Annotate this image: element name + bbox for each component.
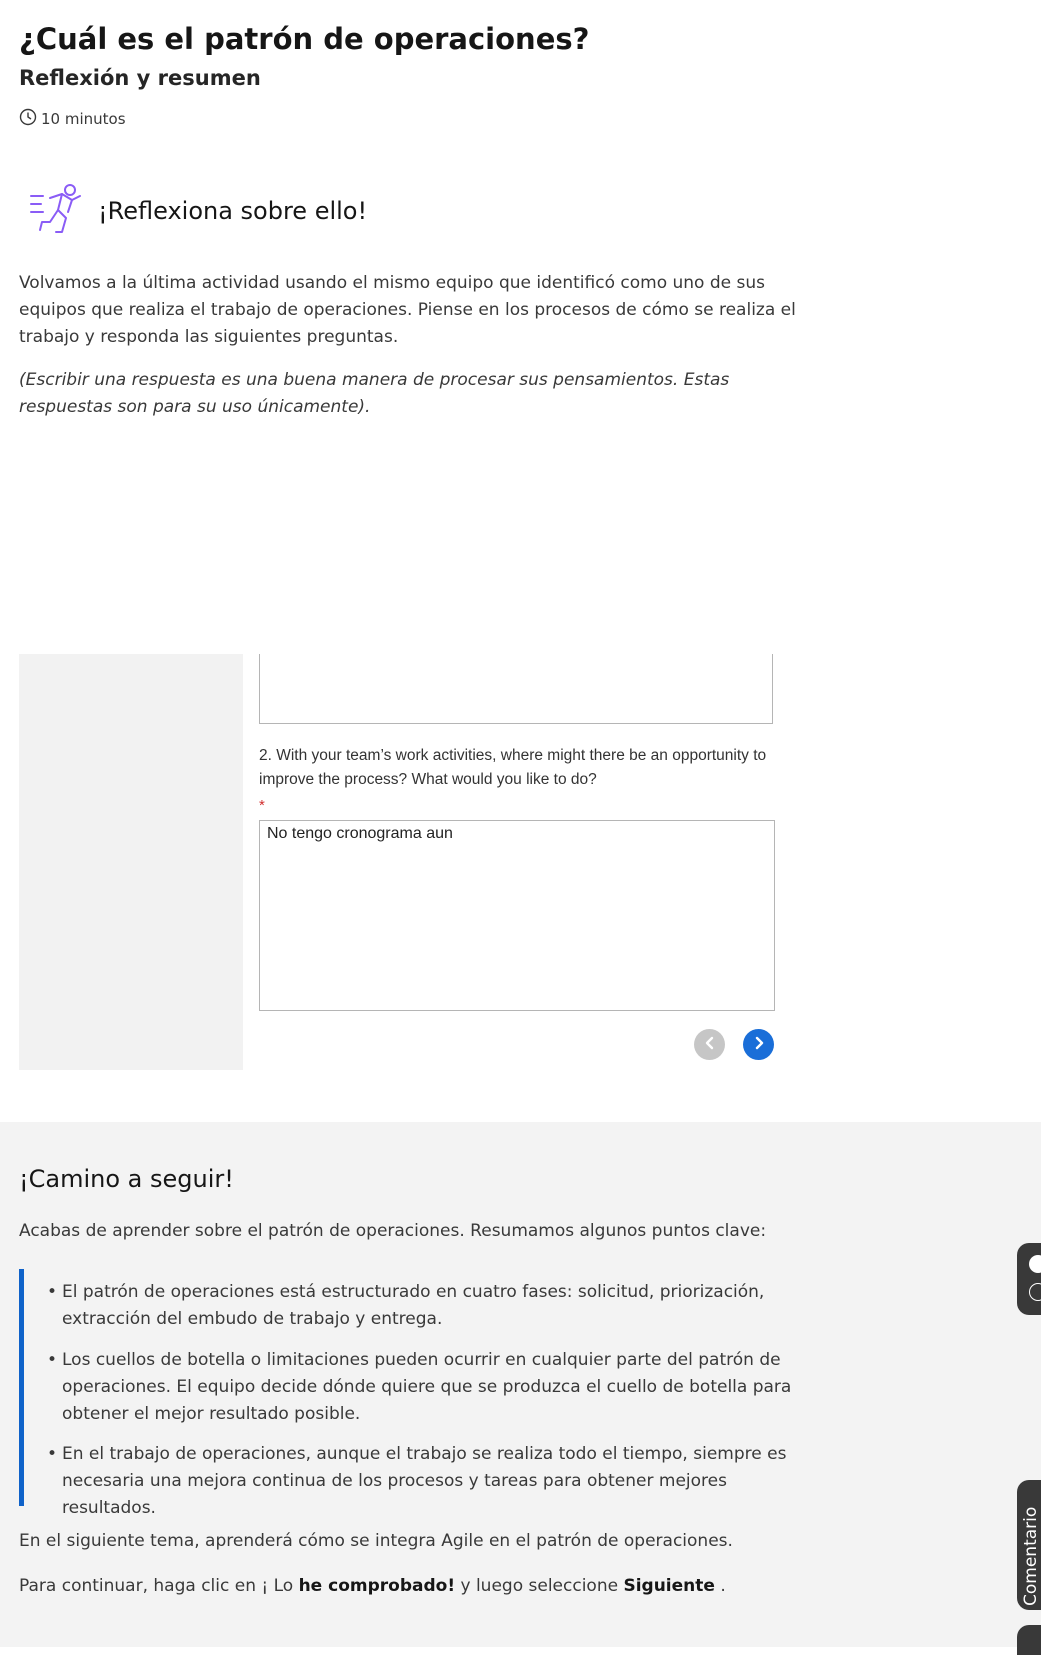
bullet-dot: •	[47, 1350, 58, 1370]
list-item-text: En el trabajo de operaciones, aunque el …	[62, 1444, 787, 1518]
continue-prefix: Para continuar, haga clic en ¡ Lo	[19, 1576, 299, 1596]
list-item: • En el trabajo de operaciones, aunque e…	[47, 1441, 797, 1522]
next-topic-text: En el siguiente tema, aprenderá cómo se …	[19, 1531, 733, 1551]
bullet-dot: •	[47, 1444, 58, 1464]
duration-text: 10 minutos	[41, 110, 126, 128]
required-marker: *	[259, 797, 265, 814]
summary-heading: ¡Camino a seguir!	[19, 1165, 234, 1193]
embed-sidebar-panel	[19, 654, 243, 1070]
next-label: Siguiente	[623, 1576, 715, 1596]
list-item-text: Los cuellos de botella o limitaciones pu…	[62, 1350, 792, 1424]
chevron-left-icon	[703, 1035, 717, 1054]
page-subtitle: Reflexión y resumen	[19, 66, 261, 90]
duration: 10 minutos	[19, 108, 126, 130]
feedback-tab[interactable]: Comentario	[1017, 1480, 1041, 1610]
continue-suffix: .	[714, 1576, 726, 1596]
intro-paragraph: Volvamos a la última actividad usando el…	[19, 273, 796, 347]
summary-intro: Acabas de aprender sobre el patrón de op…	[19, 1221, 767, 1241]
clock-icon	[19, 108, 37, 130]
page-title: ¿Cuál es el patrón de operaciones?	[19, 22, 590, 56]
continue-instructions: Para continuar, haga clic en ¡ Lo he com…	[19, 1576, 726, 1596]
list-item-text: El patrón de operaciones está estructura…	[62, 1282, 765, 1329]
prev-button[interactable]	[694, 1029, 725, 1060]
running-person-icon	[28, 182, 90, 244]
chevron-right-icon	[752, 1035, 766, 1054]
checked-label: he comprobado!	[298, 1576, 456, 1596]
question-2-label: 2. With your team’s work activities, whe…	[259, 747, 767, 788]
quote-accent-bar	[19, 1269, 24, 1506]
reflect-heading: ¡Reflexiona sobre ello!	[98, 197, 368, 225]
continue-middle: y luego seleccione	[455, 1576, 624, 1596]
note-paragraph: (Escribir una respuesta es una buena man…	[19, 370, 730, 417]
side-toggle-tab[interactable]	[1017, 1243, 1041, 1315]
list-item: • Los cuellos de botella o limitaciones …	[47, 1347, 797, 1428]
next-button[interactable]	[743, 1029, 774, 1060]
bottom-side-tab[interactable]	[1017, 1625, 1041, 1655]
list-item: • El patrón de operaciones está estructu…	[47, 1279, 797, 1333]
answer-2-textarea[interactable]: No tengo cronograma aun	[259, 820, 775, 1011]
bullet-dot: •	[47, 1282, 58, 1302]
answer-1-textarea[interactable]	[259, 654, 773, 724]
toggle-knob-icon	[1029, 1255, 1041, 1273]
toggle-ring-icon	[1029, 1283, 1041, 1301]
feedback-label: Comentario	[1021, 1506, 1041, 1606]
